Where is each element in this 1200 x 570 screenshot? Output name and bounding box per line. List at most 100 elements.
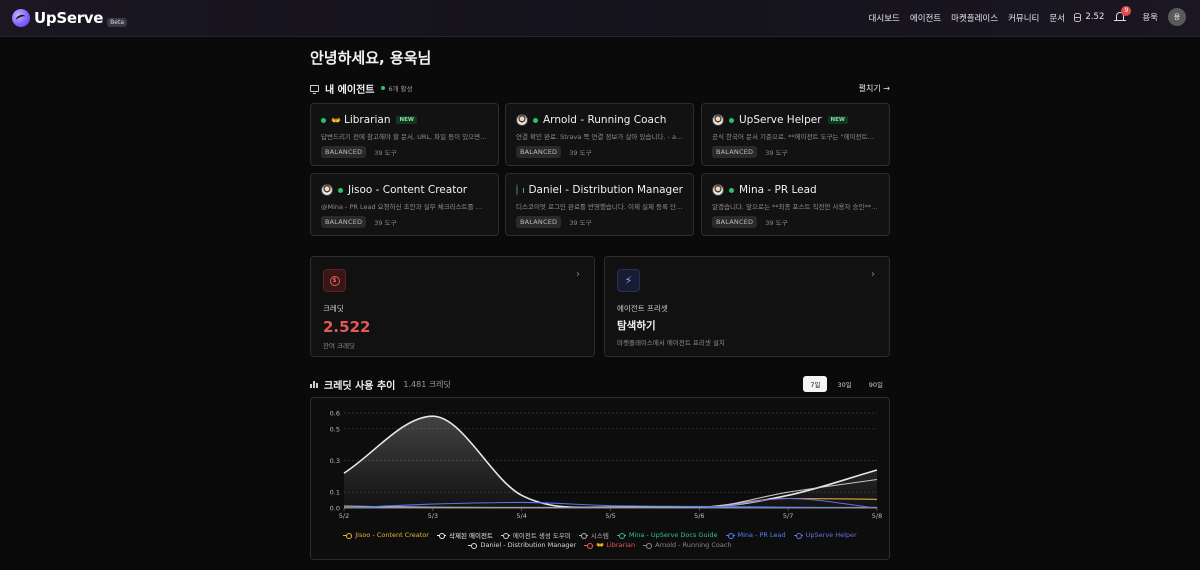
active-agents-badge: 6개 활성 xyxy=(381,83,413,93)
legend-marker-icon xyxy=(616,532,626,539)
agent-name: Daniel - Distribution Manager xyxy=(528,184,683,196)
agent-card[interactable]: 👐 Librarian NEW 답변드리기 전에 참고해야 할 문서, URL,… xyxy=(310,103,499,166)
legend-item[interactable]: 시스템 xyxy=(578,530,609,540)
my-agents-title: 내 에이전트 xyxy=(325,84,375,96)
preset-label: 에이전트 프리셋 xyxy=(617,304,668,313)
agent-avatar xyxy=(516,184,519,196)
beta-badge: Beta xyxy=(107,18,127,27)
nav-link-agents[interactable]: 에이전트 xyxy=(910,12,941,24)
range-tab-30d[interactable]: 30일 xyxy=(830,376,858,392)
y-tick-label: 0.1 xyxy=(330,489,340,497)
active-count-text: 6개 활성 xyxy=(388,85,413,93)
credit-usage-total: 1.481 크레딧 xyxy=(403,379,451,389)
x-tick-label: 5/4 xyxy=(516,512,526,520)
agent-preset-card[interactable]: ⚡ › 에이전트 프리셋 탐색하기 마켓플레이스에서 에이전트 프리셋 설치 xyxy=(604,256,890,357)
monitor-icon xyxy=(310,84,319,94)
main-nav-links: 대시보드 에이전트 마켓플레이스 커뮤니티 문서 xyxy=(869,12,1065,24)
chevron-right-icon: › xyxy=(576,269,580,280)
range-tab-90d[interactable]: 90일 xyxy=(862,376,890,392)
legend-label: 삭제된 에이전트 xyxy=(448,532,493,540)
y-tick-label: 0.3 xyxy=(330,457,340,465)
agent-card[interactable]: UpServe Helper NEW 공식 한국어 문서 기준으로, **에이전… xyxy=(701,103,890,166)
credit-card[interactable]: $ › 크레딧 2.522 잔여 크레딧 xyxy=(310,256,595,357)
agent-mode-chip: BALANCED xyxy=(321,216,367,228)
agent-card[interactable]: Arnold - Running Coach 연결 확인 완료. Strava … xyxy=(505,103,694,166)
agent-last-message: 알겠습니다. 앞으로는 **최종 포스트 직전만 사용자 승인**… xyxy=(712,203,878,211)
expand-agents-link[interactable]: 펼치기 → xyxy=(859,83,890,94)
credit-usage-chart: 0.0 0.1 0.3 0.5 0.6 5/2 5/3 5/4 5/5 5/6 5/7 5/8 Jis… xyxy=(310,397,890,560)
agent-name: Mina - PR Lead xyxy=(739,184,817,196)
agent-last-message: 답변드리기 전에 참고해야 할 문서, URL, 파일 등이 있으면 … xyxy=(321,133,488,141)
agent-card[interactable]: Daniel - Distribution Manager 디스코이엇 로그인 … xyxy=(505,173,694,236)
chevron-right-icon: › xyxy=(871,269,875,280)
legend-label: 에이전트 생성 도우미 xyxy=(512,532,571,540)
agent-tool-count: 39 도구 xyxy=(374,219,397,227)
active-status-dot xyxy=(381,86,386,90)
credit-balance-value: 2.52 xyxy=(1085,12,1105,22)
legend-marker-icon xyxy=(643,542,653,549)
agent-tool-count: 39 도구 xyxy=(569,219,592,227)
database-icon xyxy=(1074,12,1082,22)
credit-label: 크레딧 xyxy=(323,304,344,313)
x-tick-label: 5/6 xyxy=(694,512,704,520)
nav-link-marketplace[interactable]: 마켓플레이스 xyxy=(951,12,998,24)
nav-link-docs[interactable]: 문서 xyxy=(1049,12,1065,24)
agent-last-message: 디스코이엇 로그인 완료를 반영했습니다. 이제 실제 등록 단… xyxy=(516,203,683,211)
legend-item[interactable]: Jisoo - Content Creator xyxy=(343,530,429,540)
credit-balance[interactable]: 2.52 xyxy=(1074,12,1104,22)
nav-link-dashboard[interactable]: 대시보드 xyxy=(869,12,900,24)
agent-avatar xyxy=(516,114,528,126)
agent-online-dot xyxy=(338,187,343,193)
credit-usage-header: 크레딧 사용 추이 1.481 크레딧 7일 30일 90일 xyxy=(310,376,890,392)
user-name[interactable]: 용욱 xyxy=(1142,11,1158,23)
preset-explore-label: 탐색하기 xyxy=(617,320,656,332)
legend-marker-icon xyxy=(500,532,510,539)
legend-item[interactable]: 삭제된 에이전트 xyxy=(436,530,493,540)
notifications-button[interactable]: 9 xyxy=(1114,6,1132,23)
agent-card[interactable]: Mina - PR Lead 알겠습니다. 앞으로는 **최종 포스트 직전만 … xyxy=(701,173,890,236)
agent-online-dot xyxy=(321,117,326,123)
legend-item[interactable]: Mina - PR Lead xyxy=(725,530,786,540)
legend-marker-icon xyxy=(468,542,478,549)
range-tab-7d[interactable]: 7일 xyxy=(803,376,828,392)
agent-tool-count: 39 도구 xyxy=(569,149,592,157)
legend-item[interactable]: Arnold - Running Coach xyxy=(643,541,732,549)
legend-label: Daniel - Distribution Manager xyxy=(480,541,577,549)
legend-label: Arnold - Running Coach xyxy=(655,541,732,549)
x-tick-label: 5/3 xyxy=(428,512,438,520)
legend-item[interactable]: Daniel - Distribution Manager xyxy=(468,541,576,549)
legend-label: 시스템 xyxy=(590,532,609,540)
my-agents-header: 내 에이전트 6개 활성 펼치기 → xyxy=(310,82,890,96)
agent-mode-chip: BALANCED xyxy=(712,216,758,228)
top-navigation-bar: UpServe Beta 대시보드 에이전트 마켓플레이스 커뮤니티 문서 2.… xyxy=(0,0,1200,37)
agent-tool-count: 39 도구 xyxy=(765,219,788,227)
user-avatar[interactable]: 용 xyxy=(1168,8,1186,26)
lightning-icon: ⚡ xyxy=(624,274,633,287)
nav-link-community[interactable]: 커뮤니티 xyxy=(1008,12,1039,24)
legend-marker-icon xyxy=(725,532,735,539)
legend-item[interactable]: UpServe Helper xyxy=(793,530,857,540)
preset-icon-box: ⚡ xyxy=(617,269,640,292)
agent-mode-chip: BALANCED xyxy=(516,216,562,228)
legend-item[interactable]: 에이전트 생성 도우미 xyxy=(500,530,571,540)
legend-label: Mina - UpServe Docs Guide xyxy=(628,531,718,539)
agent-online-dot xyxy=(729,117,734,123)
brand-name: UpServe xyxy=(34,8,104,27)
notification-count-badge: 9 xyxy=(1121,6,1132,16)
y-tick-label: 0.6 xyxy=(330,410,340,418)
agent-mode-chip: BALANCED xyxy=(516,146,562,158)
preset-sub-label: 마켓플레이스에서 에이전트 프리셋 설치 xyxy=(617,339,725,347)
agent-tool-count: 39 도구 xyxy=(374,149,397,157)
agent-card[interactable]: Jisoo - Content Creator @Mina - PR Lead … xyxy=(310,173,499,236)
legend-marker-icon xyxy=(793,532,803,539)
new-badge: NEW xyxy=(396,116,417,124)
legend-item[interactable]: 👐 Librarian xyxy=(584,541,635,549)
y-tick-label: 0.5 xyxy=(330,425,340,433)
legend-marker-icon xyxy=(436,532,446,539)
x-tick-label: 5/8 xyxy=(872,512,882,520)
credit-usage-title: 크레딧 사용 추이 xyxy=(324,380,396,392)
agent-avatar xyxy=(712,114,724,126)
brand-logo[interactable]: UpServe Beta xyxy=(12,8,127,27)
dollar-coin-icon: $ xyxy=(329,275,340,286)
legend-item[interactable]: Mina - UpServe Docs Guide xyxy=(616,530,718,540)
